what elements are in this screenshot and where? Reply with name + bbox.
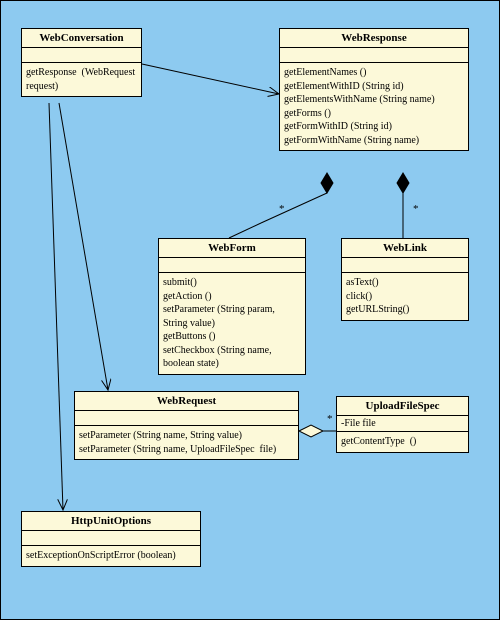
op: getElementNames () xyxy=(284,66,464,80)
op: getResponse (WebRequest request) xyxy=(26,66,137,93)
class-attrs xyxy=(280,48,468,63)
class-ops: getResponse (WebRequest request) xyxy=(22,63,141,96)
class-attrs xyxy=(75,411,298,426)
class-ops: setParameter (String name, String value)… xyxy=(75,426,298,459)
class-webresponse: WebResponse getElementNames () getElemen… xyxy=(279,28,469,151)
class-uploadfilespec: UploadFileSpec -File file getContentType… xyxy=(336,396,469,453)
op: setParameter (String name, UploadFileSpe… xyxy=(79,443,294,457)
op: getURLString() xyxy=(346,303,464,317)
op: click() xyxy=(346,290,464,304)
op: getFormWithID (String id) xyxy=(284,120,464,134)
op: setExceptionOnScriptError (boolean) xyxy=(26,549,196,563)
class-attrs xyxy=(22,531,200,546)
class-attrs xyxy=(22,48,141,63)
op: setCheckbox (String name, boolean state) xyxy=(163,344,301,371)
class-title: WebResponse xyxy=(280,29,468,48)
op: setParameter (String param, String value… xyxy=(163,303,301,330)
class-attrs xyxy=(342,258,468,273)
op: setParameter (String name, String value) xyxy=(79,429,294,443)
mult-weblink: * xyxy=(413,203,419,215)
op: getElementWithID (String id) xyxy=(284,80,464,94)
class-title: WebConversation xyxy=(22,29,141,48)
class-ops: setExceptionOnScriptError (boolean) xyxy=(22,546,200,566)
class-attrs: -File file xyxy=(337,416,468,432)
mult-webform: * xyxy=(279,203,285,215)
class-title: WebRequest xyxy=(75,392,298,411)
uml-diagram: * * * WebConversation getResponse (WebRe… xyxy=(0,0,500,620)
op: submit() xyxy=(163,276,301,290)
class-ops: asText() click() getURLString() xyxy=(342,273,468,320)
op: getForms () xyxy=(284,107,464,121)
class-title: WebLink xyxy=(342,239,468,258)
op: getFormWithName (String name) xyxy=(284,134,464,148)
class-httpunitoptions: HttpUnitOptions setExceptionOnScriptErro… xyxy=(21,511,201,567)
op: getContentType () xyxy=(341,435,464,449)
op: asText() xyxy=(346,276,464,290)
class-title: WebForm xyxy=(159,239,305,258)
class-webform: WebForm submit() getAction () setParamet… xyxy=(158,238,306,375)
op: getAction () xyxy=(163,290,301,304)
class-attrs xyxy=(159,258,305,273)
class-weblink: WebLink asText() click() getURLString() xyxy=(341,238,469,321)
class-webrequest: WebRequest setParameter (String name, St… xyxy=(74,391,299,460)
class-webconversation: WebConversation getResponse (WebRequest … xyxy=(21,28,142,97)
class-ops: getContentType () xyxy=(337,432,468,452)
op: getButtons () xyxy=(163,330,301,344)
class-title: HttpUnitOptions xyxy=(22,512,200,531)
attr: -File file xyxy=(341,418,464,429)
class-title: UploadFileSpec xyxy=(337,397,468,416)
class-ops: getElementNames () getElementWithID (Str… xyxy=(280,63,468,150)
mult-uploadfilespec: * xyxy=(327,413,333,425)
op: getElementsWithName (String name) xyxy=(284,93,464,107)
class-ops: submit() getAction () setParameter (Stri… xyxy=(159,273,305,374)
